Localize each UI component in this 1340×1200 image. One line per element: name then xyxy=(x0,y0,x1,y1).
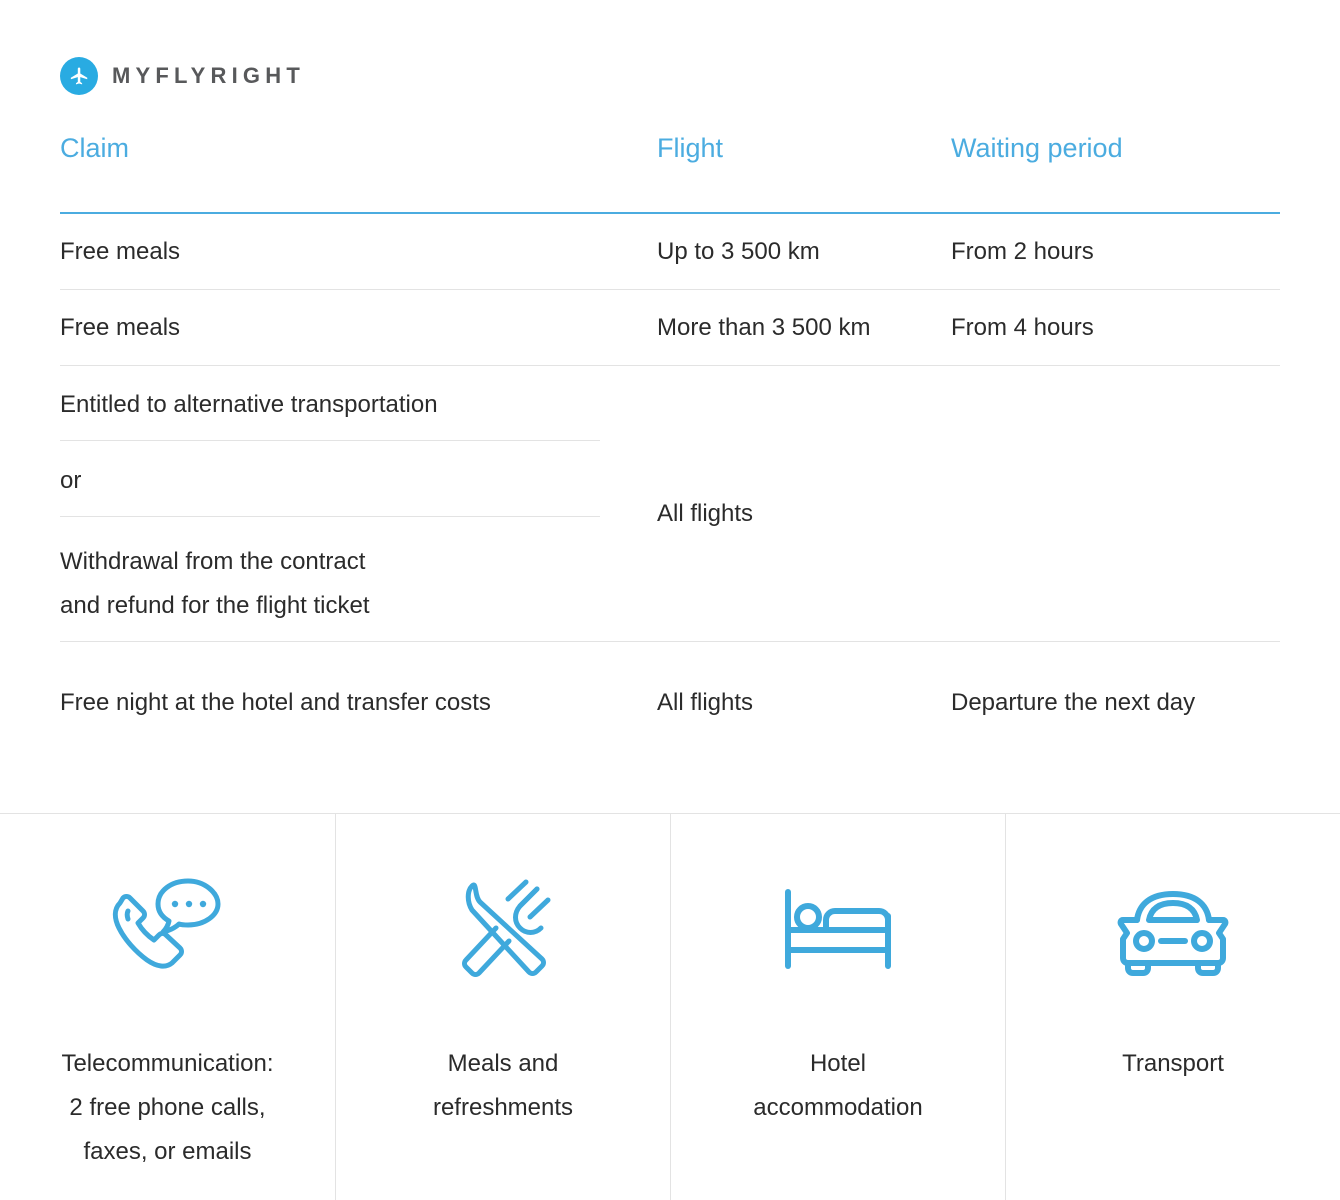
feature-card-hotel: Hotel accommodation xyxy=(670,814,1005,1200)
cell-waiting: From 4 hours xyxy=(951,314,1094,341)
cutlery-icon xyxy=(444,844,562,1014)
cell-waiting: Departure the next day xyxy=(951,689,1196,716)
feature-label: Meals and refreshments xyxy=(432,1050,574,1121)
feature-card-meals: Meals and refreshments xyxy=(335,814,670,1200)
table-row: Free meals Up to 3 500 km From 2 hours xyxy=(60,214,1280,290)
column-header-flight: Flight xyxy=(657,133,724,163)
cell-flight: All flights xyxy=(657,689,754,716)
page-root: MYFLYRIGHT Claim Flight Waiting period F… xyxy=(0,0,1340,1200)
cell-claim: Free night at the hotel and transfer cos… xyxy=(60,689,491,716)
cell-flight: More than 3 500 km xyxy=(657,314,871,341)
cell-waiting: From 2 hours xyxy=(951,238,1094,265)
feature-label: Hotel accommodation xyxy=(753,1050,923,1121)
table-header-row: Claim Flight Waiting period xyxy=(60,132,1280,214)
cell-claim: or xyxy=(60,467,82,494)
cell-claim: Withdrawal from the contract and refund … xyxy=(60,548,370,619)
table-row: Free meals More than 3 500 km From 4 hou… xyxy=(60,290,1280,366)
brand-logo[interactable]: MYFLYRIGHT xyxy=(60,57,305,95)
airplane-icon xyxy=(60,57,98,95)
feature-card-transport: Transport xyxy=(1005,814,1340,1200)
subrow-divider xyxy=(60,440,600,441)
column-header-waiting: Waiting period xyxy=(951,133,1123,163)
column-header-claim: Claim xyxy=(60,133,130,163)
cell-claim: Free meals xyxy=(60,238,181,265)
table-row: Free night at the hotel and transfer cos… xyxy=(60,662,1280,742)
brand-wordmark: MYFLYRIGHT xyxy=(112,63,305,88)
phone-chat-icon xyxy=(102,844,234,1014)
cell-claim: Free meals xyxy=(60,314,181,341)
cell-flight: Up to 3 500 km xyxy=(657,238,820,265)
rights-table: Claim Flight Waiting period Free meals U… xyxy=(60,132,1280,716)
car-icon xyxy=(1111,844,1235,1014)
feature-label: Transport xyxy=(1122,1050,1224,1077)
cell-claim: Entitled to alternative transportation xyxy=(60,391,438,418)
feature-label: Telecommunication: 2 free phone calls, f… xyxy=(61,1050,274,1165)
feature-strip: Telecommunication: 2 free phone calls, f… xyxy=(0,813,1340,1200)
row-divider xyxy=(60,641,1280,642)
bed-icon xyxy=(778,844,898,1014)
cell-flight: All flights xyxy=(657,500,754,527)
table-body: Free meals Up to 3 500 km From 2 hours F… xyxy=(60,214,1280,742)
subrow-divider xyxy=(60,516,600,517)
table-row-grouped: Entitled to alternative transportation o… xyxy=(60,366,1280,662)
feature-card-telecommunication: Telecommunication: 2 free phone calls, f… xyxy=(0,814,335,1200)
